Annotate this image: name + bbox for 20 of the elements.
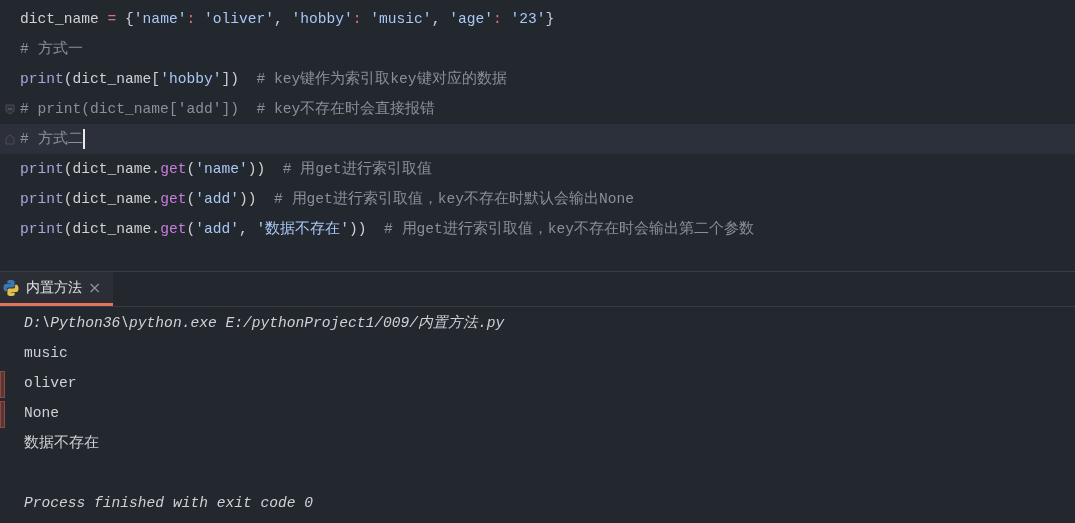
close-icon[interactable]: ×: [88, 275, 102, 300]
code-line: print(dict_name.get('add')) # 用get进行索引取值，key不存在时默认会输出None: [20, 189, 635, 209]
command-line: D:\Python36\python.exe E:/pythonProject1/009/内置方法.py: [23, 314, 505, 334]
output-line: 数据不存在: [23, 434, 99, 454]
code-line: # print(dict_name['add']) # key不存在时会直接报错: [20, 99, 436, 119]
code-line: print(dict_name['hobby']) # key键作为索引取key键对应的数据: [20, 69, 507, 89]
fold-icon[interactable]: [5, 103, 15, 115]
output-line: music: [23, 344, 68, 364]
code-line: print(dict_name.get('add', '数据不存在')) # 用get进行索引取值，key不存在时会输出第二个参数: [20, 219, 755, 239]
code-line: print(dict_name.get('name')) # 用get进行索引取值: [20, 159, 432, 179]
output-line: None: [23, 404, 60, 424]
output-line: oliver: [23, 374, 77, 394]
python-logo-icon: [2, 278, 20, 297]
code-line: dict_name = {'name': 'oliver', 'hobby': 'music', 'age': '23'}: [20, 10, 555, 29]
code-line: # 方式二: [20, 129, 83, 149]
run-tab[interactable]: 内置方法 ×: [0, 272, 114, 306]
fold-icon[interactable]: [5, 133, 15, 145]
code-line: # 方式一: [20, 39, 83, 59]
output-line: Process finished with exit code 0: [23, 494, 313, 514]
text-cursor: [82, 129, 85, 149]
